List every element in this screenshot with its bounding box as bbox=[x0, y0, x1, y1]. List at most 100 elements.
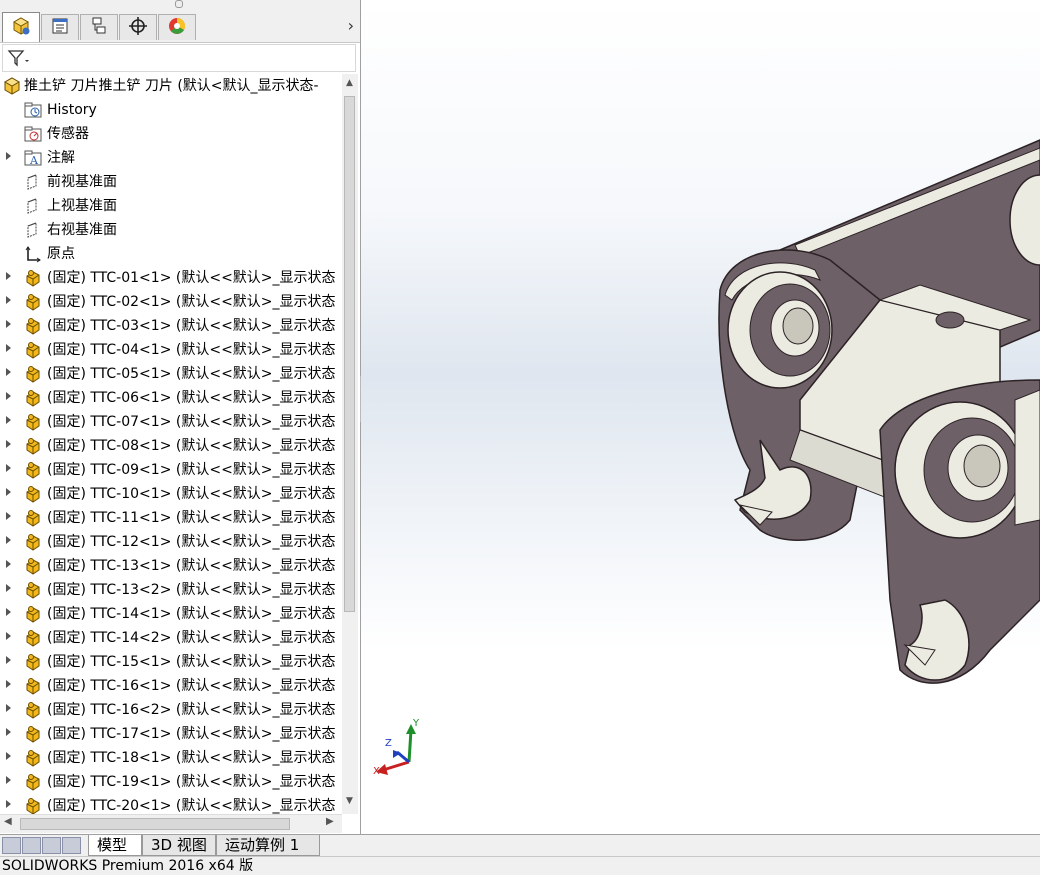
filter-icon[interactable] bbox=[7, 48, 31, 72]
tree-item[interactable]: (固定) TTC-09<1> (默认<<默认>_显示状态 bbox=[0, 458, 342, 482]
part-icon bbox=[24, 509, 42, 527]
tab-model[interactable]: 模型 bbox=[88, 835, 142, 856]
expand-arrow-icon[interactable] bbox=[6, 296, 11, 304]
tree-horizontal-scrollbar[interactable]: ◀ ▶ bbox=[0, 814, 342, 833]
tree-item-label: (固定) TTC-13<2> (默认<<默认>_显示状态 bbox=[47, 582, 336, 598]
tree-item[interactable]: (固定) TTC-14<2> (默认<<默认>_显示状态 bbox=[0, 626, 342, 650]
tree-item[interactable]: A 注解 bbox=[0, 146, 342, 170]
tree-item-label: 前视基准面 bbox=[47, 174, 117, 190]
tree-item[interactable]: (固定) TTC-20<1> (默认<<默认>_显示状态 bbox=[0, 794, 342, 814]
tab-motion-study[interactable]: 运动算例 1 bbox=[216, 835, 320, 856]
h-scroll-thumb[interactable] bbox=[20, 818, 290, 830]
expand-arrow-icon[interactable] bbox=[6, 464, 11, 472]
tab-display-manager[interactable] bbox=[158, 14, 196, 40]
tree-item[interactable]: (固定) TTC-16<2> (默认<<默认>_显示状态 bbox=[0, 698, 342, 722]
tree-item[interactable]: (固定) TTC-12<1> (默认<<默认>_显示状态 bbox=[0, 530, 342, 554]
tree-item[interactable]: 前视基准面 bbox=[0, 170, 342, 194]
expand-arrow-icon[interactable] bbox=[6, 632, 11, 640]
part-icon bbox=[24, 677, 42, 695]
expand-arrow-icon[interactable] bbox=[6, 536, 11, 544]
expand-arrow-icon[interactable] bbox=[6, 368, 11, 376]
model-3d-view[interactable] bbox=[361, 0, 1040, 834]
tab-feature-manager[interactable] bbox=[2, 12, 40, 42]
tree-root-assembly[interactable]: 推土铲 刀片推土铲 刀片 (默认<默认_显示状态- bbox=[0, 74, 342, 98]
expand-arrow-icon[interactable] bbox=[6, 584, 11, 592]
scroll-right-arrow-icon[interactable]: ▶ bbox=[326, 816, 334, 827]
last-tab-icon[interactable] bbox=[62, 837, 81, 854]
tree-item[interactable]: History bbox=[0, 98, 342, 122]
expand-arrow-icon[interactable] bbox=[6, 488, 11, 496]
scroll-left-arrow-icon[interactable]: ◀ bbox=[4, 816, 12, 827]
expand-arrow-icon[interactable] bbox=[6, 560, 11, 568]
part-icon bbox=[24, 725, 42, 743]
expand-arrow-icon[interactable] bbox=[6, 656, 11, 664]
expand-arrow-icon[interactable] bbox=[6, 728, 11, 736]
tree-item[interactable]: (固定) TTC-15<1> (默认<<默认>_显示状态 bbox=[0, 650, 342, 674]
previous-tab-icon[interactable] bbox=[22, 837, 41, 854]
tree-item[interactable]: (固定) TTC-19<1> (默认<<默认>_显示状态 bbox=[0, 770, 342, 794]
tree-item[interactable]: 原点 bbox=[0, 242, 342, 266]
tab-configuration-manager[interactable] bbox=[80, 14, 118, 40]
tree-item[interactable]: (固定) TTC-13<2> (默认<<默认>_显示状态 bbox=[0, 578, 342, 602]
tree-item[interactable]: (固定) TTC-05<1> (默认<<默认>_显示状态 bbox=[0, 362, 342, 386]
tree-filter-bar[interactable] bbox=[2, 44, 356, 72]
part-icon bbox=[24, 749, 42, 767]
expand-arrow-icon[interactable] bbox=[6, 704, 11, 712]
expand-arrow-icon[interactable] bbox=[6, 152, 11, 160]
part-icon bbox=[24, 389, 42, 407]
part-icon bbox=[24, 293, 42, 311]
part-icon bbox=[24, 629, 42, 647]
tree-item[interactable]: (固定) TTC-02<1> (默认<<默认>_显示状态 bbox=[0, 290, 342, 314]
tree-item[interactable]: (固定) TTC-13<1> (默认<<默认>_显示状态 bbox=[0, 554, 342, 578]
expand-arrow-icon[interactable] bbox=[6, 320, 11, 328]
expand-arrow-icon[interactable] bbox=[6, 392, 11, 400]
expand-arrow-icon[interactable] bbox=[6, 800, 11, 808]
expand-arrow-icon[interactable] bbox=[6, 680, 11, 688]
tree-item-label: (固定) TTC-08<1> (默认<<默认>_显示状态 bbox=[47, 438, 336, 454]
chevron-right-icon[interactable]: › bbox=[348, 16, 354, 35]
tree-item[interactable]: (固定) TTC-03<1> (默认<<默认>_显示状态 bbox=[0, 314, 342, 338]
first-tab-icon[interactable] bbox=[2, 837, 21, 854]
panel-grip[interactable] bbox=[175, 0, 183, 8]
tab-property-manager[interactable] bbox=[41, 14, 79, 40]
tree-item[interactable]: (固定) TTC-14<1> (默认<<默认>_显示状态 bbox=[0, 602, 342, 626]
tree-item[interactable]: (固定) TTC-16<1> (默认<<默认>_显示状态 bbox=[0, 674, 342, 698]
graphics-viewport[interactable]: Y Z X bbox=[361, 0, 1040, 834]
next-tab-icon[interactable] bbox=[42, 837, 61, 854]
expand-arrow-icon[interactable] bbox=[6, 512, 11, 520]
expand-arrow-icon[interactable] bbox=[6, 416, 11, 424]
tab-dimxpert-manager[interactable] bbox=[119, 14, 157, 40]
tree-item[interactable]: (固定) TTC-10<1> (默认<<默认>_显示状态 bbox=[0, 482, 342, 506]
tree-item[interactable]: 右视基准面 bbox=[0, 218, 342, 242]
tree-item[interactable]: (固定) TTC-17<1> (默认<<默认>_显示状态 bbox=[0, 722, 342, 746]
part-icon bbox=[24, 317, 42, 335]
scroll-up-arrow-icon[interactable]: ▲ bbox=[346, 78, 353, 88]
tree-item-label: (固定) TTC-13<1> (默认<<默认>_显示状态 bbox=[47, 558, 336, 574]
part-icon bbox=[24, 605, 42, 623]
expand-arrow-icon[interactable] bbox=[6, 776, 11, 784]
tree-item-label: (固定) TTC-17<1> (默认<<默认>_显示状态 bbox=[47, 726, 336, 742]
tree-item[interactable]: (固定) TTC-07<1> (默认<<默认>_显示状态 bbox=[0, 410, 342, 434]
expand-arrow-icon[interactable] bbox=[6, 344, 11, 352]
tree-item-label: (固定) TTC-16<2> (默认<<默认>_显示状态 bbox=[47, 702, 336, 718]
expand-arrow-icon[interactable] bbox=[6, 272, 11, 280]
scroll-down-arrow-icon[interactable]: ▼ bbox=[346, 796, 353, 806]
tree-item[interactable]: (固定) TTC-04<1> (默认<<默认>_显示状态 bbox=[0, 338, 342, 362]
tree-vertical-scrollbar[interactable]: ▲ ▼ bbox=[342, 74, 358, 814]
plane-icon bbox=[24, 197, 42, 215]
tree-item-label: 原点 bbox=[47, 246, 75, 262]
tab-3d-view[interactable]: 3D 视图 bbox=[142, 835, 216, 856]
triad-z-label: Z bbox=[385, 738, 392, 749]
tree-item[interactable]: (固定) TTC-18<1> (默认<<默认>_显示状态 bbox=[0, 746, 342, 770]
tree-item[interactable]: (固定) TTC-08<1> (默认<<默认>_显示状态 bbox=[0, 434, 342, 458]
scroll-thumb[interactable] bbox=[344, 96, 355, 612]
tree-item[interactable]: (固定) TTC-11<1> (默认<<默认>_显示状态 bbox=[0, 506, 342, 530]
tree-item[interactable]: 上视基准面 bbox=[0, 194, 342, 218]
part-icon bbox=[24, 797, 42, 814]
tree-item[interactable]: (固定) TTC-01<1> (默认<<默认>_显示状态 bbox=[0, 266, 342, 290]
expand-arrow-icon[interactable] bbox=[6, 608, 11, 616]
tree-item[interactable]: (固定) TTC-06<1> (默认<<默认>_显示状态 bbox=[0, 386, 342, 410]
tree-item[interactable]: 传感器 bbox=[0, 122, 342, 146]
expand-arrow-icon[interactable] bbox=[6, 752, 11, 760]
expand-arrow-icon[interactable] bbox=[6, 440, 11, 448]
